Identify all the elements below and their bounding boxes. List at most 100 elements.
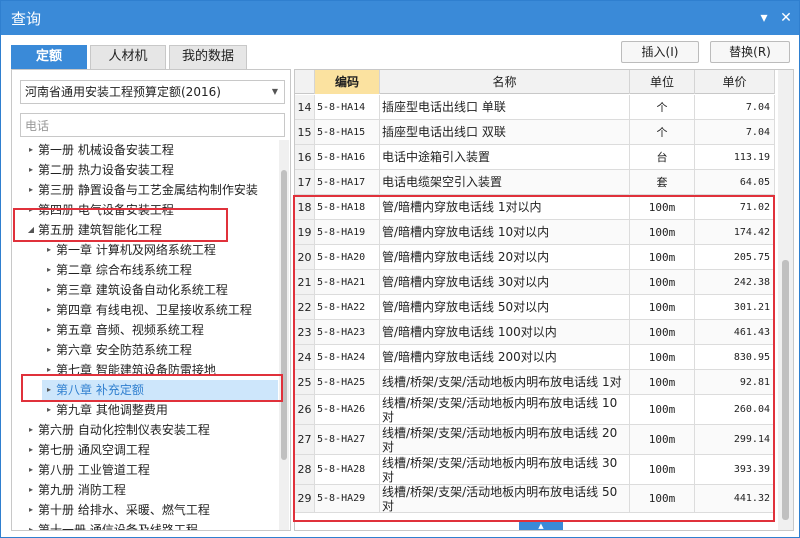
row-unit: 100m [630, 485, 695, 512]
tree-scrollbar-thumb[interactable] [281, 170, 287, 460]
tree-node[interactable]: ▸ 第六册 自动化控制仪表安装工程 [24, 420, 278, 440]
tree-node[interactable]: ▸ 第七册 通风空调工程 [24, 440, 278, 460]
tree-node[interactable]: ▸ 第十册 给排水、采暖、燃气工程 [24, 500, 278, 520]
tree-node[interactable]: ▸ 第三册 静置设备与工艺金属结构制作安装 [24, 180, 278, 200]
tree-node[interactable]: ▸ 第一册 机械设备安装工程 [24, 140, 278, 160]
table-row[interactable]: 24 5-8-HA24 管/暗槽内穿放电话线 200对以内 100m 830.95 [295, 345, 775, 370]
row-unit: 100m [630, 195, 695, 219]
table-row[interactable]: 17 5-8-HA17 电话电缆架空引入装置套 64.05 [295, 170, 775, 195]
table-scrollbar-thumb[interactable] [782, 260, 789, 520]
header-unit[interactable]: 单位 [630, 70, 695, 94]
header-code[interactable]: 编码 [315, 70, 380, 94]
window-menu-icon[interactable]: ▾ [756, 10, 772, 26]
tree-node[interactable]: ◢ 第五册 建筑智能化工程 [24, 220, 278, 240]
tree-node[interactable]: ▸ 第十一册 通信设备及线路工程 [24, 520, 278, 530]
row-code: 5-8-HA14 [315, 95, 380, 119]
row-name: 插座型电话出线口 单联 [380, 95, 630, 119]
tree-node[interactable]: ▸ 第三章 建筑设备自动化系统工程 [42, 280, 278, 300]
query-window: 查询 ▾ ✕ 定额 人材机 我的数据 插入(I) 替换(R) 河南省通用安装工程… [0, 0, 800, 538]
collapsed-arrow-icon[interactable]: ▸ [24, 480, 38, 500]
tab-quota[interactable]: 定额 [11, 45, 87, 69]
tree-node[interactable]: ▸ 第四册 电气设备安装工程 [24, 200, 278, 220]
table-row[interactable]: 23 5-8-HA23 管/暗槽内穿放电话线 100对以内 100m 461.43 [295, 320, 775, 345]
tree-node-label: 第七章 智能建筑设备防雷接地 [56, 363, 216, 377]
tree-node[interactable]: ▸ 第二章 综合布线系统工程 [42, 260, 278, 280]
table-row[interactable]: 15 5-8-HA15 插座型电话出线口 双联个 7.04 [295, 120, 775, 145]
row-name: 管/暗槽内穿放电话线 50对以内 [380, 295, 630, 319]
close-icon[interactable]: ✕ [778, 10, 794, 26]
tree-node-label: 第一章 计算机及网络系统工程 [56, 243, 216, 257]
tree-scrollbar[interactable] [279, 140, 289, 530]
table-row[interactable]: 16 5-8-HA16 电话中途箱引入装置台 113.19 [295, 145, 775, 170]
collapsed-arrow-icon[interactable]: ▸ [42, 360, 56, 380]
collapsed-arrow-icon[interactable]: ▸ [24, 460, 38, 480]
tree-node[interactable]: ▸ 第一章 计算机及网络系统工程 [42, 240, 278, 260]
collapsed-arrow-icon[interactable]: ▸ [42, 400, 56, 420]
collapsed-arrow-icon[interactable]: ▸ [24, 500, 38, 520]
tree-node[interactable]: ▸ 第七章 智能建筑设备防雷接地 [42, 360, 278, 380]
insert-button[interactable]: 插入(I) [621, 41, 699, 63]
row-code: 5-8-HA17 [315, 170, 380, 194]
row-number: 14 [295, 95, 315, 119]
row-unit: 个 [630, 120, 695, 144]
header-name[interactable]: 名称 [380, 70, 630, 94]
row-price: 301.21 [695, 295, 775, 319]
tree-node[interactable]: ▸ 第九册 消防工程 [24, 480, 278, 500]
tree-node[interactable]: ▸ 第六章 安全防范系统工程 [42, 340, 278, 360]
table-row[interactable]: 20 5-8-HA20 管/暗槽内穿放电话线 20对以内 100m 205.75 [295, 245, 775, 270]
collapsed-arrow-icon[interactable]: ▸ [42, 300, 56, 320]
tree-node[interactable]: ▸ 第八章 补充定额 [42, 380, 278, 400]
tab-labor-material-machine[interactable]: 人材机 [90, 45, 166, 69]
header-price[interactable]: 单价 [695, 70, 775, 94]
table-row[interactable]: 22 5-8-HA22 管/暗槽内穿放电话线 50对以内 100m 301.21 [295, 295, 775, 320]
collapsed-arrow-icon[interactable]: ▸ [42, 340, 56, 360]
tree-node[interactable]: ▸ 第二册 热力设备安装工程 [24, 160, 278, 180]
collapsed-arrow-icon[interactable]: ▸ [42, 380, 56, 400]
row-unit: 100m [630, 455, 695, 484]
collapsed-arrow-icon[interactable]: ▸ [24, 180, 38, 200]
table-row[interactable]: 18 5-8-HA18 管/暗槽内穿放电话线 1对以内 100m 71.02 [295, 195, 775, 220]
collapsed-arrow-icon[interactable]: ▸ [24, 440, 38, 460]
collapsed-arrow-icon[interactable]: ▸ [42, 280, 56, 300]
row-number: 27 [295, 425, 315, 454]
table-row[interactable]: 21 5-8-HA21 管/暗槽内穿放电话线 30对以内 100m 242.38 [295, 270, 775, 295]
search-input[interactable] [20, 113, 285, 137]
collapsed-arrow-icon[interactable]: ▸ [24, 140, 38, 160]
replace-button[interactable]: 替换(R) [710, 41, 790, 63]
tree-node[interactable]: ▸ 第五章 音频、视频系统工程 [42, 320, 278, 340]
table-row[interactable]: 27 5-8-HA27 线槽/桥架/支架/活动地板内明布放电话线 20对 100m 29… [295, 425, 775, 455]
row-number: 28 [295, 455, 315, 484]
expanded-arrow-icon[interactable]: ◢ [24, 220, 38, 240]
tree-node[interactable]: ▸ 第八册 工业管道工程 [24, 460, 278, 480]
table-row[interactable]: 29 5-8-HA29 线槽/桥架/支架/活动地板内明布放电话线 50对 100m 44… [295, 485, 775, 513]
tree-node[interactable]: ▸ 第四章 有线电视、卫星接收系统工程 [42, 300, 278, 320]
table-row[interactable]: 25 5-8-HA25 线槽/桥架/支架/活动地板内明布放电话线 1对 100m 92.… [295, 370, 775, 395]
row-price: 92.81 [695, 370, 775, 394]
table-row[interactable]: 26 5-8-HA26 线槽/桥架/支架/活动地板内明布放电话线 10对 100m 26… [295, 395, 775, 425]
collapsed-arrow-icon[interactable]: ▸ [24, 200, 38, 220]
row-unit: 100m [630, 370, 695, 394]
collapsed-arrow-icon[interactable]: ▸ [42, 260, 56, 280]
row-price: 260.04 [695, 395, 775, 424]
row-name: 线槽/桥架/支架/活动地板内明布放电话线 20对 [380, 425, 630, 454]
collapsed-arrow-icon[interactable]: ▸ [24, 160, 38, 180]
table-row[interactable]: 14 5-8-HA14 插座型电话出线口 单联个 7.04 [295, 95, 775, 120]
table-row[interactable]: 28 5-8-HA28 线槽/桥架/支架/活动地板内明布放电话线 30对 100m 39… [295, 455, 775, 485]
tree-node-label: 第五章 音频、视频系统工程 [56, 323, 204, 337]
table-row[interactable]: 19 5-8-HA19 管/暗槽内穿放电话线 10对以内 100m 174.42 [295, 220, 775, 245]
collapsed-arrow-icon[interactable]: ▸ [24, 520, 38, 530]
collapsed-arrow-icon[interactable]: ▸ [24, 420, 38, 440]
row-name: 插座型电话出线口 双联 [380, 120, 630, 144]
tree-node[interactable]: ▸ 第九章 其他调整费用 [42, 400, 278, 420]
tab-my-data[interactable]: 我的数据 [169, 45, 247, 69]
row-number: 29 [295, 485, 315, 512]
collapsed-arrow-icon[interactable]: ▸ [42, 240, 56, 260]
row-number: 23 [295, 320, 315, 344]
splitter-collapse-icon[interactable]: ▲ [519, 522, 563, 530]
table-scrollbar[interactable] [778, 70, 793, 530]
row-unit: 100m [630, 245, 695, 269]
collapsed-arrow-icon[interactable]: ▸ [42, 320, 56, 340]
row-name: 线槽/桥架/支架/活动地板内明布放电话线 1对 [380, 370, 630, 394]
library-select[interactable]: 河南省通用安装工程预算定额(2016) ▼ [20, 80, 285, 104]
title-bar[interactable]: 查询 ▾ ✕ [1, 1, 799, 35]
